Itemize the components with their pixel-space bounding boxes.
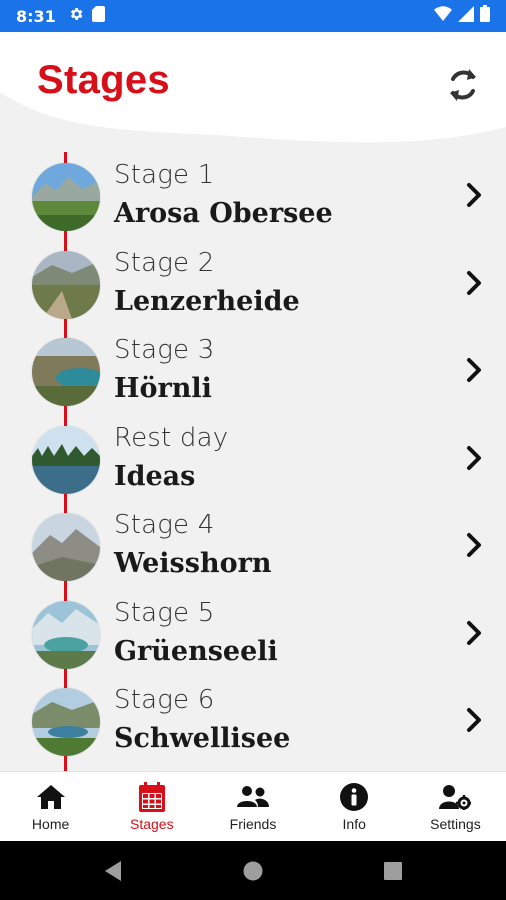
stages-screen: 8:31 Stages Stage 1 Arosa Obersee Stage … bbox=[0, 0, 506, 900]
stage-thumbnail bbox=[32, 163, 100, 231]
bottom-navigation: Home Stages Friends Info Settings bbox=[0, 771, 506, 842]
nav-label: Settings bbox=[430, 816, 481, 832]
stage-thumbnail bbox=[32, 338, 100, 406]
battery-icon bbox=[480, 5, 490, 27]
signal-icon bbox=[458, 5, 474, 27]
stage-item[interactable]: Stage 4 Weisshorn bbox=[0, 500, 506, 588]
stage-thumbnail bbox=[32, 513, 100, 581]
stage-list: Stage 1 Arosa Obersee Stage 2 Lenzerheid… bbox=[0, 150, 506, 763]
stage-subtitle: Rest day bbox=[114, 422, 229, 453]
stage-name: Grüenseeli bbox=[114, 635, 278, 667]
status-bar: 8:31 bbox=[0, 0, 506, 32]
nav-label: Info bbox=[342, 816, 366, 832]
nav-label: Stages bbox=[130, 816, 174, 832]
user-settings-icon bbox=[439, 782, 472, 812]
status-time: 8:31 bbox=[16, 6, 56, 26]
nav-label: Friends bbox=[229, 816, 277, 832]
chevron-right-icon bbox=[462, 443, 486, 473]
chevron-right-icon bbox=[462, 268, 486, 298]
stage-thumbnail bbox=[32, 250, 100, 319]
stage-subtitle: Stage 5 bbox=[114, 597, 215, 628]
stage-item[interactable]: Stage 6 Schwellisee bbox=[0, 675, 506, 763]
recents-icon[interactable] bbox=[323, 861, 463, 881]
nav-friends[interactable]: Friends bbox=[202, 772, 303, 842]
stage-subtitle: Stage 2 bbox=[114, 247, 215, 278]
page-title: Stages bbox=[37, 58, 170, 102]
refresh-icon bbox=[450, 69, 476, 101]
home-circle-icon[interactable] bbox=[183, 860, 323, 882]
wifi-icon bbox=[434, 6, 452, 26]
nav-label: Home bbox=[31, 816, 70, 832]
stage-name: Schwellisee bbox=[114, 723, 291, 754]
stage-thumbnail bbox=[32, 688, 100, 756]
system-navigation-bar bbox=[0, 841, 506, 900]
stage-item[interactable]: Stage 3 Hörnli bbox=[0, 325, 506, 413]
stage-name: Weisshorn bbox=[114, 548, 272, 579]
calendar-icon bbox=[138, 782, 165, 812]
nav-home[interactable]: Home bbox=[0, 772, 101, 842]
stage-name: Arosa Obersee bbox=[114, 198, 333, 229]
stage-name: Lenzerheide bbox=[114, 285, 300, 317]
stage-item[interactable]: Stage 2 Lenzerheide bbox=[0, 238, 506, 326]
home-icon bbox=[36, 782, 66, 812]
nav-settings[interactable]: Settings bbox=[405, 772, 506, 842]
chevron-right-icon bbox=[462, 618, 486, 648]
sd-card-icon bbox=[91, 5, 105, 27]
stage-subtitle: Stage 4 bbox=[114, 510, 215, 540]
nav-info[interactable]: Info bbox=[304, 772, 405, 842]
info-icon bbox=[340, 782, 369, 812]
refresh-button[interactable] bbox=[440, 62, 486, 108]
stage-item[interactable]: Stage 1 Arosa Obersee bbox=[0, 150, 506, 238]
chevron-right-icon bbox=[462, 705, 486, 735]
stage-name: Hörnli bbox=[114, 373, 212, 404]
chevron-right-icon bbox=[462, 530, 486, 560]
chevron-right-icon bbox=[462, 355, 486, 385]
stage-subtitle: Stage 6 bbox=[114, 685, 215, 715]
stage-item[interactable]: Rest day Ideas bbox=[0, 413, 506, 501]
friends-icon bbox=[237, 782, 269, 812]
nav-stages[interactable]: Stages bbox=[101, 772, 202, 842]
stage-subtitle: Stage 1 bbox=[114, 160, 215, 190]
chevron-right-icon bbox=[462, 180, 486, 210]
back-icon[interactable] bbox=[43, 860, 183, 882]
stage-thumbnail bbox=[32, 600, 100, 669]
stage-subtitle: Stage 3 bbox=[114, 335, 215, 365]
gear-icon bbox=[68, 6, 84, 27]
stage-item[interactable]: Stage 5 Grüenseeli bbox=[0, 588, 506, 676]
stage-thumbnail bbox=[32, 425, 100, 494]
stage-name: Ideas bbox=[114, 460, 196, 492]
